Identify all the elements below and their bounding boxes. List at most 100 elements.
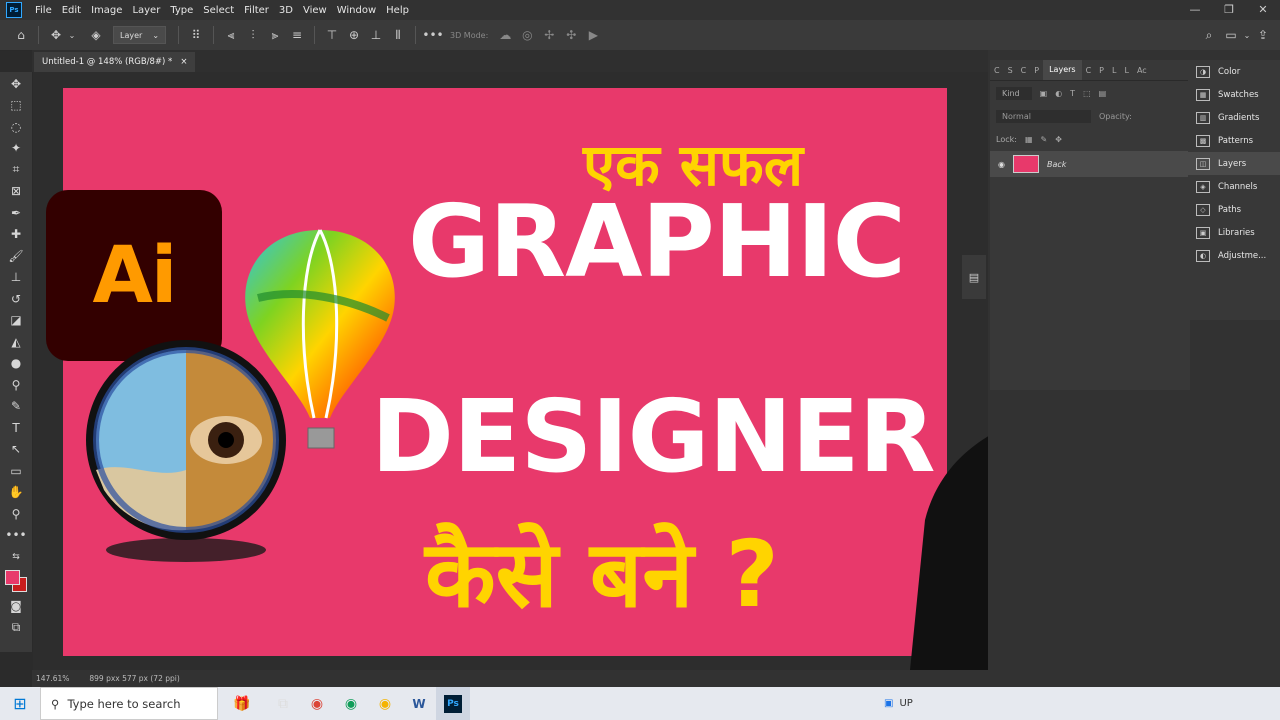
chevron-down-icon[interactable]: ⌄ bbox=[67, 25, 77, 45]
task-view-icon[interactable]: ⧉ bbox=[266, 687, 300, 720]
foreground-color-swatch[interactable] bbox=[5, 569, 20, 585]
gift-widget-icon[interactable]: 🎁 bbox=[218, 687, 266, 720]
slide-3d-icon[interactable]: ✣ bbox=[560, 25, 582, 45]
align-center-icon[interactable]: ⫶ bbox=[242, 25, 264, 45]
menu-edit[interactable]: Edit bbox=[57, 5, 86, 16]
align-middle-icon[interactable]: ⊕ bbox=[343, 25, 365, 45]
close-icon[interactable]: × bbox=[180, 57, 187, 67]
menu-image[interactable]: Image bbox=[86, 5, 127, 16]
filter-shape-icon[interactable]: ⬚ bbox=[1083, 89, 1091, 98]
distribute-vertical-icon[interactable]: ⦀ bbox=[387, 25, 409, 45]
lock-pixels-icon[interactable]: ✎ bbox=[1041, 135, 1048, 144]
panel-color[interactable]: ◑ Color bbox=[1188, 60, 1280, 83]
layer-row[interactable]: ◉ Back bbox=[990, 151, 1190, 177]
tab-layers[interactable]: Layers bbox=[1043, 60, 1082, 80]
close-window-button[interactable]: ✕ bbox=[1246, 0, 1280, 20]
tab-properties[interactable]: P bbox=[1030, 66, 1043, 75]
panel-swatches[interactable]: ▦ Swatches bbox=[1188, 83, 1280, 106]
menu-window[interactable]: Window bbox=[332, 5, 381, 16]
panel-patterns[interactable]: ▩ Patterns bbox=[1188, 129, 1280, 152]
menu-filter[interactable]: Filter bbox=[239, 5, 274, 16]
panel-adjustments[interactable]: ◐ Adjustme... bbox=[1188, 244, 1280, 267]
align-right-icon[interactable]: ⫸ bbox=[264, 25, 286, 45]
menu-3d[interactable]: 3D bbox=[274, 5, 298, 16]
roll-3d-icon[interactable]: ◎ bbox=[516, 25, 538, 45]
lasso-tool-icon[interactable]: ◌ bbox=[0, 116, 32, 138]
menu-file[interactable]: File bbox=[30, 5, 57, 16]
dodge-tool-icon[interactable]: ⚲ bbox=[0, 374, 32, 396]
hand-tool-icon[interactable]: ✋ bbox=[0, 482, 32, 504]
share-icon[interactable]: ⇪ bbox=[1252, 25, 1274, 45]
chrome-icon[interactable]: ◉ bbox=[300, 687, 334, 720]
more-tools-icon[interactable]: ••• bbox=[0, 525, 32, 547]
menu-select[interactable]: Select bbox=[198, 5, 239, 16]
layer-select-dropdown[interactable]: Layer ⌄ bbox=[113, 26, 167, 44]
scale-3d-icon[interactable]: ▶ bbox=[582, 25, 604, 45]
workspace-icon[interactable]: ▭ bbox=[1220, 25, 1242, 45]
photoshop-taskbar-icon[interactable]: Ps bbox=[436, 687, 470, 720]
document-tab[interactable]: Untitled-1 @ 148% (RGB/8#) * × bbox=[34, 52, 196, 72]
move-tool-icon[interactable]: ✥ bbox=[0, 73, 32, 95]
rectangle-tool-icon[interactable]: ▭ bbox=[0, 460, 32, 482]
frame-tool-icon[interactable]: ⊠ bbox=[0, 181, 32, 203]
chrome-profile-icon[interactable]: ◉ bbox=[334, 687, 368, 720]
menu-view[interactable]: View bbox=[298, 5, 332, 16]
pan-3d-icon[interactable]: ✢ bbox=[538, 25, 560, 45]
blend-mode-select[interactable]: Normal bbox=[996, 109, 1091, 123]
chrome-profile-2-icon[interactable]: ◉ bbox=[368, 687, 402, 720]
weather-icon[interactable]: ▣ bbox=[884, 698, 893, 709]
color-swatches[interactable] bbox=[0, 568, 32, 596]
zoom-level[interactable]: 147.61% bbox=[36, 674, 69, 683]
minimize-button[interactable]: — bbox=[1178, 0, 1212, 20]
marquee-tool-icon[interactable]: ⬚ bbox=[0, 95, 32, 117]
tab-libraries-mini[interactable]: L bbox=[1108, 66, 1120, 75]
align-left-icon[interactable]: ⫷ bbox=[220, 25, 242, 45]
menu-type[interactable]: Type bbox=[165, 5, 198, 16]
eraser-tool-icon[interactable]: ◪ bbox=[0, 310, 32, 332]
menu-help[interactable]: Help bbox=[381, 5, 414, 16]
screen-mode-icon[interactable]: ⧉ bbox=[0, 617, 32, 639]
panel-channels[interactable]: ◈ Channels bbox=[1188, 175, 1280, 198]
restore-button[interactable]: ❐ bbox=[1212, 0, 1246, 20]
panel-layers[interactable]: ◫ Layers bbox=[1188, 152, 1280, 175]
tab-paths-mini[interactable]: P bbox=[1095, 66, 1108, 75]
distribute-icon[interactable]: ≡ bbox=[286, 25, 308, 45]
panel-gradients[interactable]: ▥ Gradients bbox=[1188, 106, 1280, 129]
search-icon[interactable]: ⌕ bbox=[1198, 25, 1220, 45]
pen-tool-icon[interactable]: ✎ bbox=[0, 396, 32, 418]
healing-brush-tool-icon[interactable]: ✚ bbox=[0, 224, 32, 246]
visibility-eye-icon[interactable]: ◉ bbox=[998, 160, 1005, 169]
zoom-tool-icon[interactable]: ⚲ bbox=[0, 503, 32, 525]
tab-styles[interactable]: S bbox=[1004, 66, 1017, 75]
magic-wand-tool-icon[interactable]: ✦ bbox=[0, 138, 32, 160]
word-icon[interactable]: W bbox=[402, 687, 436, 720]
windows-start-icon[interactable]: ⊞ bbox=[0, 687, 40, 720]
quick-mask-icon[interactable]: ◙ bbox=[0, 596, 32, 618]
tab-l[interactable]: L bbox=[1120, 66, 1132, 75]
tab-actions[interactable]: Ac bbox=[1133, 66, 1151, 75]
align-top-icon[interactable]: ⊤ bbox=[321, 25, 343, 45]
chevron-down-icon[interactable]: ⌄ bbox=[1242, 25, 1252, 45]
lock-transparency-icon[interactable]: ▦ bbox=[1025, 135, 1033, 144]
more-options-icon[interactable]: ••• bbox=[422, 25, 444, 45]
filter-image-icon[interactable]: ▣ bbox=[1040, 89, 1048, 98]
path-selection-tool-icon[interactable]: ↖ bbox=[0, 439, 32, 461]
blur-tool-icon[interactable]: ● bbox=[0, 353, 32, 375]
transform-controls-icon[interactable]: ⠿ bbox=[185, 25, 207, 45]
filter-adjustment-icon[interactable]: ◐ bbox=[1055, 89, 1062, 98]
clone-stamp-tool-icon[interactable]: ⊥ bbox=[0, 267, 32, 289]
filter-kind-select[interactable]: Kind bbox=[996, 86, 1032, 100]
lock-position-icon[interactable]: ✥ bbox=[1055, 135, 1062, 144]
filter-smart-icon[interactable]: ▤ bbox=[1099, 89, 1107, 98]
home-icon[interactable]: ⌂ bbox=[10, 25, 32, 45]
filter-type-icon[interactable]: T bbox=[1070, 89, 1075, 98]
history-brush-tool-icon[interactable]: ↺ bbox=[0, 288, 32, 310]
paint-bucket-tool-icon[interactable]: ◭ bbox=[0, 331, 32, 353]
tab-character[interactable]: C bbox=[990, 66, 1004, 75]
orbit-3d-icon[interactable]: ☁ bbox=[494, 25, 516, 45]
swap-colors-icon[interactable]: ⇆ bbox=[0, 546, 32, 568]
type-tool-icon[interactable]: T bbox=[0, 417, 32, 439]
brush-tool-icon[interactable]: 🖌 bbox=[0, 245, 32, 267]
taskbar-search-box[interactable]: ⚲ Type here to search bbox=[40, 687, 218, 720]
crop-tool-icon[interactable]: ⌗ bbox=[0, 159, 32, 181]
